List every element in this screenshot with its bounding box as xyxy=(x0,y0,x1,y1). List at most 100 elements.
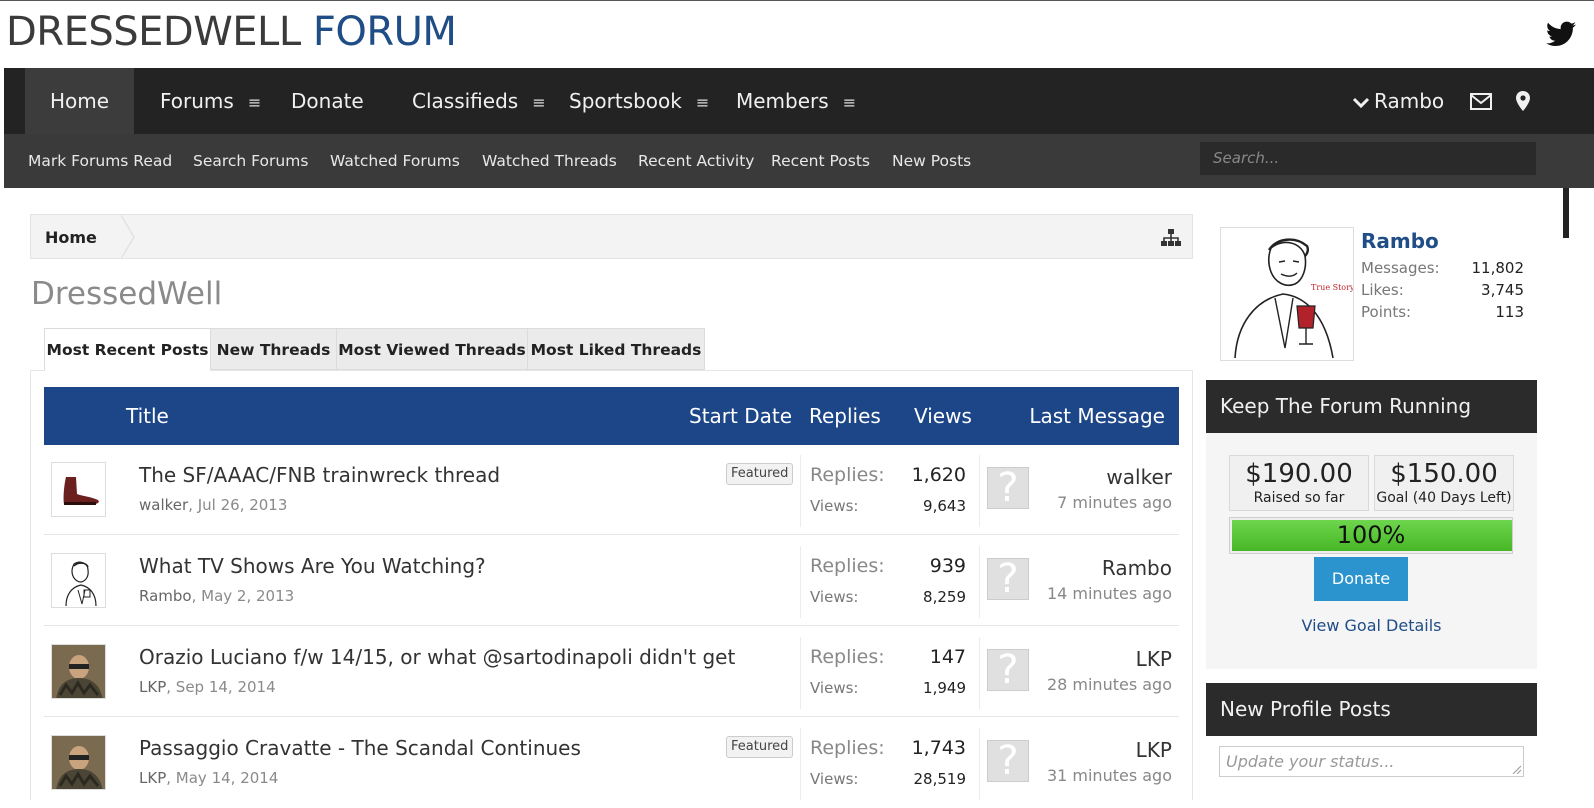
nav-sportsbook[interactable]: Sportsbook ≡ xyxy=(569,68,709,134)
thread-author[interactable]: LKP xyxy=(139,678,166,696)
last-poster-avatar[interactable]: ? xyxy=(987,649,1029,691)
views-label: Views: xyxy=(810,679,859,697)
subnav-recent-posts[interactable]: Recent Posts xyxy=(771,134,870,188)
sitemap-icon[interactable] xyxy=(1160,228,1182,248)
last-post-time[interactable]: 14 minutes ago xyxy=(1047,584,1172,603)
chevron-down-icon xyxy=(1352,97,1370,108)
menu-icon[interactable]: ≡ xyxy=(532,70,545,136)
sub-nav: Mark Forums Read Search Forums Watched F… xyxy=(4,134,1594,188)
site-logo[interactable]: DRESSEDWELL FORUM xyxy=(6,9,457,55)
goal-box: $150.00 Goal (40 Days Left) xyxy=(1374,455,1514,511)
stat-value[interactable]: 11,802 xyxy=(1472,259,1525,277)
resize-grip-icon[interactable] xyxy=(1511,764,1521,774)
last-poster-name[interactable]: Rambo xyxy=(1102,556,1172,580)
last-poster-avatar[interactable]: ? xyxy=(987,740,1029,782)
shoe-image xyxy=(52,463,105,516)
nav-members[interactable]: Members ≡ xyxy=(736,68,856,134)
last-post-time[interactable]: 31 minutes ago xyxy=(1047,766,1172,785)
thread-author[interactable]: walker xyxy=(139,496,188,514)
stat-value[interactable]: 113 xyxy=(1495,303,1524,321)
nav-donate[interactable]: Donate xyxy=(291,68,364,134)
thread-meta: Rambo, May 2, 2013 xyxy=(139,587,295,605)
header-bar: DRESSEDWELL FORUM xyxy=(0,0,1594,68)
thread-title[interactable]: The SF/AAAC/FNB trainwreck thread xyxy=(139,463,500,487)
nav-classifieds[interactable]: Classifieds ≡ xyxy=(412,68,546,134)
nav-forums-label: Forums xyxy=(160,89,234,113)
tab-most-liked-threads[interactable]: Most Liked Threads xyxy=(527,328,705,370)
replies-label: Replies: xyxy=(810,464,885,486)
thread-title[interactable]: What TV Shows Are You Watching? xyxy=(139,554,486,578)
last-poster-name[interactable]: walker xyxy=(1106,465,1172,489)
subnav-watched-forums[interactable]: Watched Forums xyxy=(330,134,460,188)
page-title: DressedWell xyxy=(31,276,223,312)
thread-author[interactable]: LKP xyxy=(139,769,166,787)
map-pin-icon[interactable] xyxy=(1516,91,1530,111)
stat-label: Points: xyxy=(1361,303,1412,321)
raised-amount: $190.00 xyxy=(1245,459,1353,489)
views-count: 28,519 xyxy=(913,770,967,788)
profile-stat-messages: Messages: 11,802 xyxy=(1361,259,1524,277)
view-goal-details-link[interactable]: View Goal Details xyxy=(1206,616,1537,635)
table-row: Passaggio Cravatte - The Scandal Continu… xyxy=(44,718,1179,808)
mail-icon[interactable] xyxy=(1470,93,1492,110)
thread-avatar[interactable] xyxy=(51,644,106,699)
true-story-avatar-image: True Story xyxy=(1221,228,1355,360)
thread-stats: Replies: 939 Views: 8,259 xyxy=(800,546,980,618)
main-nav: Home Forums ≡ Donate Classifieds ≡ Sportsb… xyxy=(4,68,1594,134)
user-menu-name: Rambo xyxy=(1374,89,1445,113)
thread-title[interactable]: Orazio Luciano f/w 14/15, or what @sarto… xyxy=(139,645,735,669)
donation-progress-bar: 100% xyxy=(1229,517,1513,554)
last-poster-name[interactable]: LKP xyxy=(1136,647,1172,671)
profile-avatar[interactable]: True Story xyxy=(1220,227,1355,361)
thread-title[interactable]: Passaggio Cravatte - The Scandal Continu… xyxy=(139,736,581,760)
logo-text-main: DRESSEDWELL xyxy=(6,9,301,55)
menu-icon[interactable]: ≡ xyxy=(696,70,709,136)
views-count: 9,643 xyxy=(923,497,966,515)
col-replies[interactable]: Replies xyxy=(809,387,881,445)
subnav-search-forums[interactable]: Search Forums xyxy=(193,134,308,188)
menu-icon[interactable]: ≡ xyxy=(248,70,261,136)
table-row: Orazio Luciano f/w 14/15, or what @sarto… xyxy=(44,627,1179,717)
donate-button[interactable]: Donate xyxy=(1314,557,1408,601)
twitter-icon[interactable] xyxy=(1546,21,1576,47)
tab-most-viewed-threads[interactable]: Most Viewed Threads xyxy=(336,328,528,370)
last-post-time[interactable]: 7 minutes ago xyxy=(1057,493,1172,512)
profile-stat-points: Points: 113 xyxy=(1361,303,1524,321)
last-poster-avatar[interactable]: ? xyxy=(987,558,1029,600)
thread-meta: LKP, May 14, 2014 xyxy=(139,769,279,787)
subnav-recent-activity[interactable]: Recent Activity xyxy=(638,134,754,188)
thread-avatar[interactable] xyxy=(51,735,106,790)
thread-meta: walker, Jul 26, 2013 xyxy=(139,496,288,514)
thread-date: Jul 26, 2013 xyxy=(197,496,288,514)
user-menu[interactable]: Rambo xyxy=(1352,68,1444,134)
search-input[interactable]: Search... xyxy=(1200,142,1536,175)
replies-label: Replies: xyxy=(810,555,885,577)
thread-date: May 2, 2013 xyxy=(201,587,295,605)
breadcrumb-separator xyxy=(120,214,135,260)
profile-name[interactable]: Rambo xyxy=(1361,229,1439,253)
thread-avatar[interactable] xyxy=(51,553,106,608)
nav-home[interactable]: Home xyxy=(25,68,134,134)
status-placeholder: Update your status... xyxy=(1226,752,1395,771)
tab-new-threads[interactable]: New Threads xyxy=(210,328,337,370)
last-post-time[interactable]: 28 minutes ago xyxy=(1047,675,1172,694)
nav-classifieds-label: Classifieds xyxy=(412,89,519,113)
col-views[interactable]: Views xyxy=(914,387,972,445)
subnav-new-posts[interactable]: New Posts xyxy=(892,134,971,188)
col-title[interactable]: Title xyxy=(126,387,169,445)
subnav-watched-threads[interactable]: Watched Threads xyxy=(482,134,617,188)
stat-value[interactable]: 3,745 xyxy=(1481,281,1524,299)
menu-icon[interactable]: ≡ xyxy=(843,70,856,136)
last-poster-name[interactable]: LKP xyxy=(1136,738,1172,762)
thread-author[interactable]: Rambo xyxy=(139,587,192,605)
subnav-mark-forums-read[interactable]: Mark Forums Read xyxy=(28,134,172,188)
tab-most-recent-posts[interactable]: Most Recent Posts xyxy=(44,328,211,371)
col-last-message[interactable]: Last Message xyxy=(1029,387,1165,445)
thread-avatar[interactable] xyxy=(51,462,106,517)
last-poster-avatar[interactable]: ? xyxy=(987,467,1029,509)
nav-forums[interactable]: Forums ≡ xyxy=(160,68,261,134)
breadcrumb-home[interactable]: Home xyxy=(45,215,97,260)
views-label: Views: xyxy=(810,588,859,606)
status-update-input[interactable]: Update your status... xyxy=(1219,746,1524,777)
col-start-date[interactable]: Start Date xyxy=(689,387,792,445)
